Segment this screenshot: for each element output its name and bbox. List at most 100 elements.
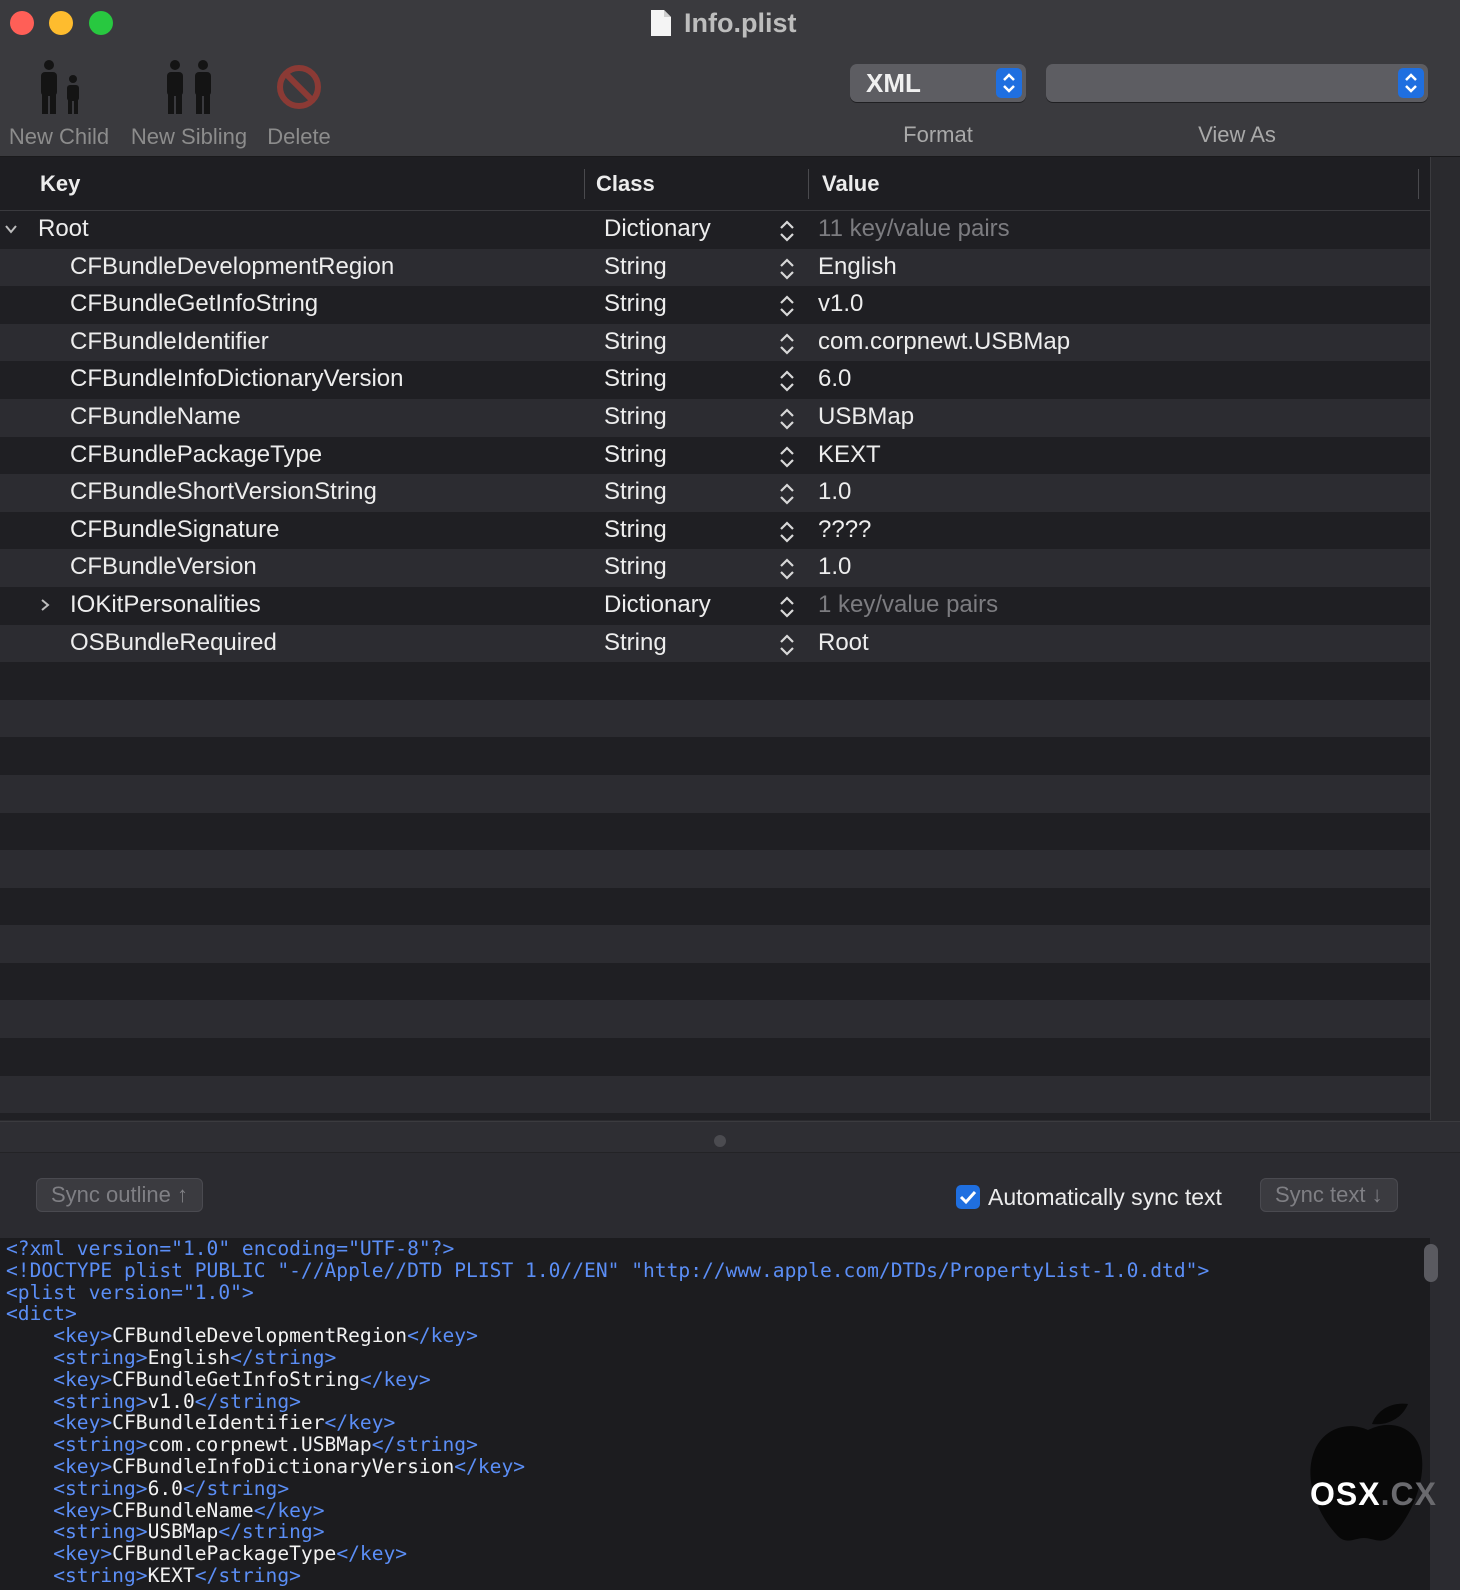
row-value[interactable]: com.corpnewt.USBMap [818, 328, 1070, 356]
class-stepper-icon[interactable] [778, 556, 796, 582]
xml-content-text: 6.0 [147, 1476, 183, 1500]
column-header-key[interactable]: Key [40, 171, 80, 197]
row-key[interactable]: CFBundleShortVersionString [70, 478, 377, 506]
new-child-button[interactable]: New Child [6, 52, 112, 150]
sync-text-button[interactable]: Sync text ↓ [1260, 1178, 1398, 1212]
pane-splitter[interactable] [0, 1121, 1460, 1153]
row-key[interactable]: CFBundleVersion [70, 553, 257, 581]
row-key[interactable]: CFBundleDevelopmentRegion [70, 253, 394, 281]
table-row[interactable]: OSBundleRequired String Root [0, 624, 1430, 663]
xml-tag-text: </string> [371, 1433, 478, 1457]
row-key[interactable]: CFBundleIdentifier [70, 328, 269, 356]
close-window-button[interactable] [10, 11, 34, 35]
format-popup[interactable]: XML [850, 64, 1026, 102]
row-value[interactable]: 1.0 [818, 478, 851, 506]
table-row[interactable]: CFBundleSignature String???? [0, 511, 1430, 550]
class-stepper-icon[interactable] [778, 331, 796, 357]
row-class[interactable]: String [604, 478, 667, 506]
zoom-window-button[interactable] [89, 11, 113, 35]
xml-tag-text: <string> [53, 1476, 148, 1500]
row-class[interactable]: Dictionary [604, 215, 711, 243]
table-row[interactable]: CFBundlePackageType String KEXT [0, 436, 1430, 475]
class-stepper-icon[interactable] [778, 406, 796, 432]
xml-content-text: CFBundleInfoDictionaryVersion [112, 1454, 455, 1478]
window-title-group: Info.plist [650, 4, 796, 42]
window-title: Info.plist [684, 7, 797, 38]
empty-table-row [0, 850, 1430, 888]
row-key[interactable]: CFBundlePackageType [70, 441, 322, 469]
row-class[interactable]: String [604, 253, 667, 281]
disclosure-expanded-icon[interactable] [4, 222, 18, 236]
row-value[interactable]: KEXT [818, 441, 881, 469]
delete-button[interactable]: Delete [264, 52, 334, 150]
xml-text-editor[interactable]: <?xml version="1.0" encoding="UTF-8"?> <!… [0, 1238, 1430, 1590]
row-class[interactable]: String [604, 365, 667, 393]
row-key[interactable]: OSBundleRequired [70, 629, 277, 657]
class-stepper-icon[interactable] [778, 632, 796, 658]
xml-tag-text: <key> [53, 1411, 113, 1435]
row-key[interactable]: CFBundleInfoDictionaryVersion [70, 365, 404, 393]
row-class[interactable]: String [604, 328, 667, 356]
row-value[interactable]: 6.0 [818, 365, 851, 393]
code-line: <string>com.corpnewt.USBMap</string> [0, 1434, 1430, 1456]
row-class[interactable]: String [604, 516, 667, 544]
row-class[interactable]: String [604, 403, 667, 431]
column-separator [584, 169, 585, 199]
row-value[interactable]: 1.0 [818, 553, 851, 581]
table-row[interactable]: CFBundleGetInfoString String v1.0 [0, 286, 1430, 324]
column-header-value[interactable]: Value [822, 171, 879, 197]
row-class[interactable]: String [604, 553, 667, 581]
class-stepper-icon[interactable] [778, 293, 796, 319]
table-row[interactable]: CFBundleVersion String 1.0 [0, 549, 1430, 587]
code-line: <key>CFBundleIdentifier</key> [0, 1412, 1430, 1434]
class-stepper-icon[interactable] [778, 368, 796, 394]
xml-tag-text: <key> [53, 1542, 113, 1566]
row-key[interactable]: IOKitPersonalities [70, 591, 261, 619]
table-row[interactable]: CFBundleName String USBMap [0, 398, 1430, 437]
table-row[interactable]: CFBundleShortVersionString String 1.0 [0, 474, 1430, 512]
minimize-window-button[interactable] [49, 11, 73, 35]
row-class[interactable]: Dictionary [604, 591, 711, 619]
row-value[interactable]: v1.0 [818, 290, 863, 318]
class-stepper-icon[interactable] [778, 594, 796, 620]
class-stepper-icon[interactable] [778, 519, 796, 545]
scrollbar-thumb[interactable] [1424, 1244, 1438, 1282]
row-key[interactable]: CFBundleSignature [70, 516, 279, 544]
row-value[interactable]: English [818, 253, 897, 281]
table-row[interactable]: CFBundleIdentifier String com.corpnewt.USB… [0, 323, 1430, 362]
xml-content-text [6, 1455, 53, 1478]
row-value[interactable]: USBMap [818, 403, 914, 431]
row-value[interactable]: 11 key/value pairs [818, 215, 1010, 243]
row-value[interactable]: Root [818, 629, 869, 657]
disclosure-collapsed-icon[interactable] [38, 598, 52, 612]
empty-table-row [0, 962, 1430, 1001]
code-line: <key>CFBundleInfoDictionaryVersion</key> [0, 1456, 1430, 1478]
text-vertical-scrollbar[interactable] [1430, 1238, 1460, 1590]
xml-tag-text: </string> [194, 1563, 301, 1587]
class-stepper-icon[interactable] [778, 256, 796, 282]
table-row[interactable]: CFBundleInfoDictionaryVersion String 6.0 [0, 361, 1430, 399]
table-row[interactable]: Root Dictionary 11 key/value pairs [0, 211, 1430, 249]
new-sibling-button[interactable]: New Sibling [127, 52, 251, 150]
row-key[interactable]: CFBundleName [70, 403, 241, 431]
table-row[interactable]: IOKitPersonalities Dictionary 1 key/value … [0, 586, 1430, 625]
xml-tag-text: <string> [53, 1389, 148, 1413]
row-class[interactable]: String [604, 441, 667, 469]
class-stepper-icon[interactable] [778, 481, 796, 507]
delete-icon [277, 65, 321, 109]
row-class[interactable]: String [604, 629, 667, 657]
row-class[interactable]: String [604, 290, 667, 318]
class-stepper-icon[interactable] [778, 218, 796, 244]
class-stepper-icon[interactable] [778, 444, 796, 470]
splitter-grip-icon[interactable] [714, 1135, 726, 1147]
auto-sync-checkbox[interactable] [956, 1185, 980, 1209]
row-key[interactable]: CFBundleGetInfoString [70, 290, 318, 318]
column-header-class[interactable]: Class [596, 171, 655, 197]
table-row[interactable]: CFBundleDevelopmentRegion String English [0, 248, 1430, 287]
watermark-osx: OSX [1310, 1476, 1381, 1512]
view-as-popup[interactable] [1046, 64, 1428, 102]
row-key[interactable]: Root [38, 215, 89, 243]
row-value[interactable]: ???? [818, 516, 871, 544]
sync-outline-button[interactable]: Sync outline ↑ [36, 1178, 203, 1212]
row-value[interactable]: 1 key/value pairs [818, 591, 998, 619]
